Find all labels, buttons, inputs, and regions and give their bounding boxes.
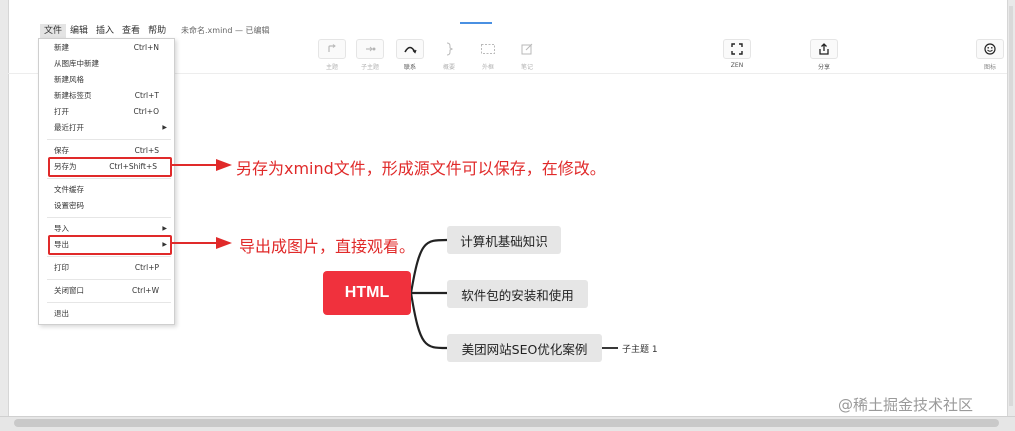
menu-new-shortcut: Ctrl+N bbox=[133, 43, 159, 52]
save-as-annotation: 另存为xmind文件，形成源文件可以保存，在修改。 bbox=[236, 159, 606, 178]
menu-file-cache-label: 文件缓存 bbox=[54, 185, 84, 194]
topic-node[interactable]: 软件包的安装和使用 bbox=[447, 280, 588, 308]
submenu-arrow-icon: ▶ bbox=[162, 225, 167, 232]
save-as-arrow-icon bbox=[172, 159, 232, 171]
menu-recent[interactable]: 最近打开 ▶ bbox=[54, 122, 169, 134]
menu-new-style-label: 新建风格 bbox=[54, 75, 84, 84]
menu-print-shortcut: Ctrl+P bbox=[134, 263, 159, 272]
menu-open[interactable]: 打开 Ctrl+O bbox=[54, 106, 169, 118]
menu-quit[interactable]: 退出 bbox=[54, 308, 169, 320]
menu-import-label: 导入 bbox=[54, 224, 69, 233]
menu-new-tab[interactable]: 新建标签页 Ctrl+T bbox=[54, 90, 169, 102]
menu-import[interactable]: 导入 ▶ bbox=[54, 223, 169, 235]
menu-recent-label: 最近打开 bbox=[54, 123, 84, 132]
menu-new-style[interactable]: 新建风格 bbox=[54, 74, 169, 86]
menu-new[interactable]: 新建 Ctrl+N bbox=[54, 42, 169, 54]
menu-new-from-library-label: 从图库中新建 bbox=[54, 59, 99, 68]
menu-separator bbox=[47, 178, 171, 179]
menu-separator bbox=[47, 256, 171, 257]
menu-separator bbox=[47, 217, 171, 218]
menu-save-shortcut: Ctrl+S bbox=[134, 146, 159, 155]
save-as-highlight-box bbox=[48, 157, 172, 177]
menu-print[interactable]: 打印 Ctrl+P bbox=[54, 262, 169, 274]
menu-close-window-label: 关闭窗口 bbox=[54, 286, 84, 295]
topic-node[interactable]: 美团网站SEO优化案例 bbox=[447, 334, 602, 362]
menu-quit-label: 退出 bbox=[54, 309, 69, 318]
watermark: @稀土掘金技术社区 bbox=[838, 396, 974, 414]
menu-new-tab-shortcut: Ctrl+T bbox=[134, 91, 159, 100]
menu-separator bbox=[47, 302, 171, 303]
subtopic-node[interactable]: 子主题 1 bbox=[622, 342, 658, 355]
central-topic[interactable]: HTML bbox=[323, 271, 411, 315]
export-arrow-icon bbox=[172, 237, 232, 249]
topic-node[interactable]: 计算机基础知识 bbox=[447, 226, 561, 254]
submenu-arrow-icon: ▶ bbox=[162, 124, 167, 131]
menu-new-label: 新建 bbox=[54, 43, 69, 52]
menu-set-password[interactable]: 设置密码 bbox=[54, 200, 169, 212]
menu-print-label: 打印 bbox=[54, 263, 69, 272]
menu-set-password-label: 设置密码 bbox=[54, 201, 84, 210]
menu-file-cache[interactable]: 文件缓存 bbox=[54, 184, 169, 196]
export-annotation: 导出成图片，直接观看。 bbox=[239, 237, 416, 256]
horizontal-scrollbar-thumb[interactable] bbox=[14, 419, 999, 427]
menu-close-window[interactable]: 关闭窗口 Ctrl+W bbox=[54, 285, 169, 297]
menu-separator bbox=[47, 279, 171, 280]
menu-save-label: 保存 bbox=[54, 146, 69, 155]
menu-open-label: 打开 bbox=[54, 107, 69, 116]
file-menu-dropdown: 新建 Ctrl+N 从图库中新建 新建风格 新建标签页 Ctrl+T 打开 Ctrl+… bbox=[38, 38, 175, 325]
menu-separator bbox=[47, 139, 171, 140]
menu-open-shortcut: Ctrl+O bbox=[133, 107, 159, 116]
menu-save[interactable]: 保存 Ctrl+S bbox=[54, 145, 169, 157]
menu-new-tab-label: 新建标签页 bbox=[54, 91, 92, 100]
menu-new-from-library[interactable]: 从图库中新建 bbox=[54, 58, 169, 70]
menu-close-window-shortcut: Ctrl+W bbox=[131, 286, 159, 295]
export-highlight-box bbox=[48, 235, 172, 255]
